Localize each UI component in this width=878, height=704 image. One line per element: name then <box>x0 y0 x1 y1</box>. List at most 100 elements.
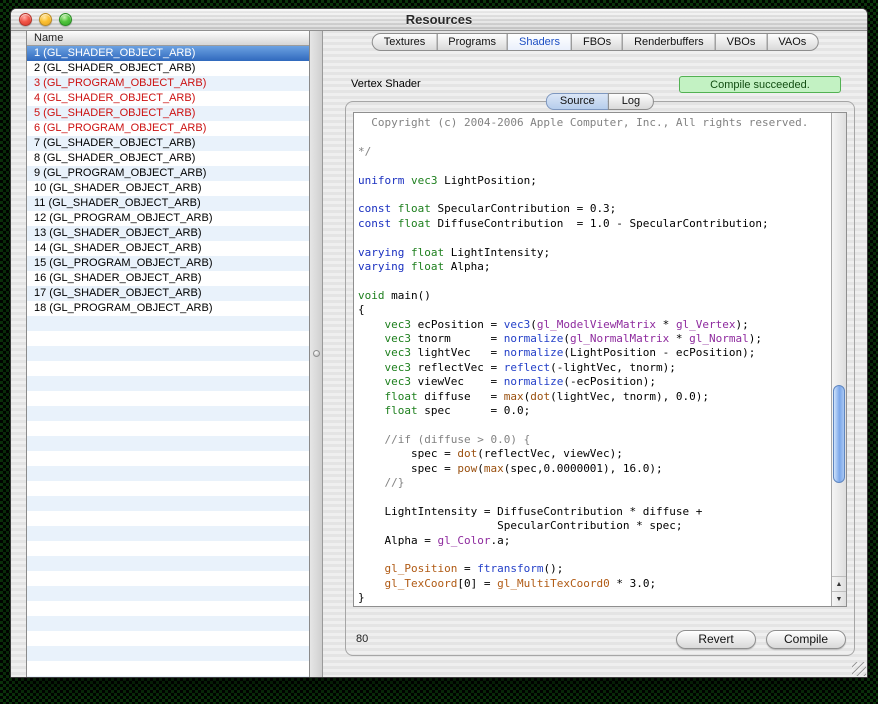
subtab-source[interactable]: Source <box>546 93 609 110</box>
resource-row[interactable]: 10 (GL_SHADER_OBJECT_ARB) <box>27 181 309 196</box>
code-token: ftransform <box>477 562 543 575</box>
code-token: spec = <box>358 447 457 460</box>
code-token: tnorm = <box>411 332 504 345</box>
code-token: SpecularContribution * spec; <box>358 519 683 532</box>
code-token: float <box>398 217 431 230</box>
code-token: vec3 <box>385 375 412 388</box>
resource-row[interactable]: 3 (GL_PROGRAM_OBJECT_ARB) <box>27 76 309 91</box>
code-token <box>358 318 385 331</box>
code-token: uniform <box>358 174 404 187</box>
code-token: (spec,0.0000001), 16.0); <box>504 462 663 475</box>
editor-scrollbar[interactable]: ▲ ▼ <box>831 113 846 606</box>
code-token: lightVec = <box>411 346 504 359</box>
code-token: ( <box>477 462 484 475</box>
code-line: gl_Position = ftransform(); <box>358 562 831 576</box>
code-token: LightPosition; <box>437 174 536 187</box>
shader-subheader: Vertex Shader Compile succeeded. <box>351 75 841 93</box>
code-token: gl_TexCoord <box>385 577 458 590</box>
subtab-log[interactable]: Log <box>608 93 654 110</box>
code-token: (); <box>543 562 563 575</box>
code-token: (-ecPosition); <box>563 375 656 388</box>
detail-pane: TexturesProgramsShadersFBOsRenderbuffers… <box>323 31 867 677</box>
code-token: vec3 <box>385 361 412 374</box>
code-token <box>358 332 385 345</box>
code-token: (LightPosition - ecPosition); <box>563 346 755 359</box>
code-token <box>391 217 398 230</box>
resource-type-tabs: TexturesProgramsShadersFBOsRenderbuffers… <box>372 33 819 51</box>
code-token: gl_MultiTexCoord0 <box>497 577 610 590</box>
code-token: vec3 <box>411 174 438 187</box>
code-token: float <box>411 260 444 273</box>
resource-row[interactable]: 12 (GL_PROGRAM_OBJECT_ARB) <box>27 211 309 226</box>
resource-row[interactable]: 11 (GL_SHADER_OBJECT_ARB) <box>27 196 309 211</box>
code-token: Copyright (c) 2004-2006 Apple Computer, … <box>358 116 808 129</box>
resource-row[interactable]: 9 (GL_PROGRAM_OBJECT_ARB) <box>27 166 309 181</box>
shader-source-editor[interactable]: Copyright (c) 2004-2006 Apple Computer, … <box>354 113 831 606</box>
code-token: pow <box>457 462 477 475</box>
code-line: spec = pow(max(spec,0.0000001), 16.0); <box>358 462 831 476</box>
resource-row[interactable]: 13 (GL_SHADER_OBJECT_ARB) <box>27 226 309 241</box>
resource-row[interactable]: 8 (GL_SHADER_OBJECT_ARB) <box>27 151 309 166</box>
code-token: (lightVec, tnorm), 0.0); <box>550 390 709 403</box>
code-line: vec3 ecPosition = vec3(gl_ModelViewMatri… <box>358 318 831 332</box>
tab-textures[interactable]: Textures <box>372 33 438 51</box>
pane-splitter[interactable] <box>310 31 323 677</box>
scroll-up-arrow-icon[interactable]: ▲ <box>832 576 846 591</box>
resource-row[interactable]: 17 (GL_SHADER_OBJECT_ARB) <box>27 286 309 301</box>
tab-vbos[interactable]: VBOs <box>715 33 768 51</box>
window-titlebar[interactable]: Resources <box>11 9 867 31</box>
code-line: //} <box>358 476 831 490</box>
code-token: float <box>411 246 444 259</box>
scrollbar-thumb[interactable] <box>833 385 845 483</box>
resource-row[interactable]: 14 (GL_SHADER_OBJECT_ARB) <box>27 241 309 256</box>
compile-button[interactable]: Compile <box>766 630 846 649</box>
tab-vaos[interactable]: VAOs <box>766 33 818 51</box>
window-title: Resources <box>11 9 867 31</box>
code-token: DiffuseContribution = 1.0 - SpecularCont… <box>431 217 769 230</box>
resource-row[interactable]: 5 (GL_SHADER_OBJECT_ARB) <box>27 106 309 121</box>
resource-row[interactable]: 4 (GL_SHADER_OBJECT_ARB) <box>27 91 309 106</box>
line-count-label: 80 <box>354 633 368 645</box>
tab-programs[interactable]: Programs <box>436 33 508 51</box>
resource-row[interactable]: 6 (GL_PROGRAM_OBJECT_ARB) <box>27 121 309 136</box>
code-line: uniform vec3 LightPosition; <box>358 174 831 188</box>
tab-shaders[interactable]: Shaders <box>507 33 572 51</box>
code-token: } <box>358 591 365 604</box>
code-token: ecPosition = <box>411 318 504 331</box>
name-column-header[interactable]: Name <box>27 31 309 46</box>
resource-row[interactable]: 16 (GL_SHADER_OBJECT_ARB) <box>27 271 309 286</box>
code-line: void main() <box>358 289 831 303</box>
code-line: */ <box>358 145 831 159</box>
code-line: Copyright (c) 2004-2006 Apple Computer, … <box>358 116 831 130</box>
code-token <box>404 246 411 259</box>
tab-renderbuffers[interactable]: Renderbuffers <box>622 33 716 51</box>
code-line: LightIntensity = DiffuseContribution * d… <box>358 505 831 519</box>
code-token <box>358 562 385 575</box>
window-content: Name 1 (GL_SHADER_OBJECT_ARB)2 (GL_SHADE… <box>11 31 867 677</box>
code-line: const float SpecularContribution = 0.3; <box>358 202 831 216</box>
revert-button[interactable]: Revert <box>676 630 756 649</box>
code-token <box>358 375 385 388</box>
resource-row[interactable]: 18 (GL_PROGRAM_OBJECT_ARB) <box>27 301 309 316</box>
scroll-down-arrow-icon[interactable]: ▼ <box>832 591 846 606</box>
code-line: varying float Alpha; <box>358 260 831 274</box>
code-token <box>358 390 385 403</box>
resource-row[interactable]: 1 (GL_SHADER_OBJECT_ARB) <box>27 46 309 61</box>
code-token: spec = 0.0; <box>418 404 531 417</box>
tab-fbos[interactable]: FBOs <box>571 33 623 51</box>
code-token: //if (diffuse > 0.0) { <box>358 433 530 446</box>
code-line: vec3 tnorm = normalize(gl_NormalMatrix *… <box>358 332 831 346</box>
code-token: ( <box>563 332 570 345</box>
code-token: (reflectVec, viewVec); <box>477 447 623 460</box>
resource-row[interactable]: 2 (GL_SHADER_OBJECT_ARB) <box>27 61 309 76</box>
code-token: gl_Position <box>385 562 458 575</box>
code-token <box>358 404 385 417</box>
resource-row[interactable]: 15 (GL_PROGRAM_OBJECT_ARB) <box>27 256 309 271</box>
code-token: Alpha; <box>444 260 490 273</box>
code-token: diffuse = <box>418 390 504 403</box>
code-token: float <box>385 390 418 403</box>
resource-row[interactable]: 7 (GL_SHADER_OBJECT_ARB) <box>27 136 309 151</box>
code-token: float <box>398 202 431 215</box>
resize-grip-icon[interactable] <box>852 662 866 676</box>
code-token: * 3.0; <box>610 577 656 590</box>
